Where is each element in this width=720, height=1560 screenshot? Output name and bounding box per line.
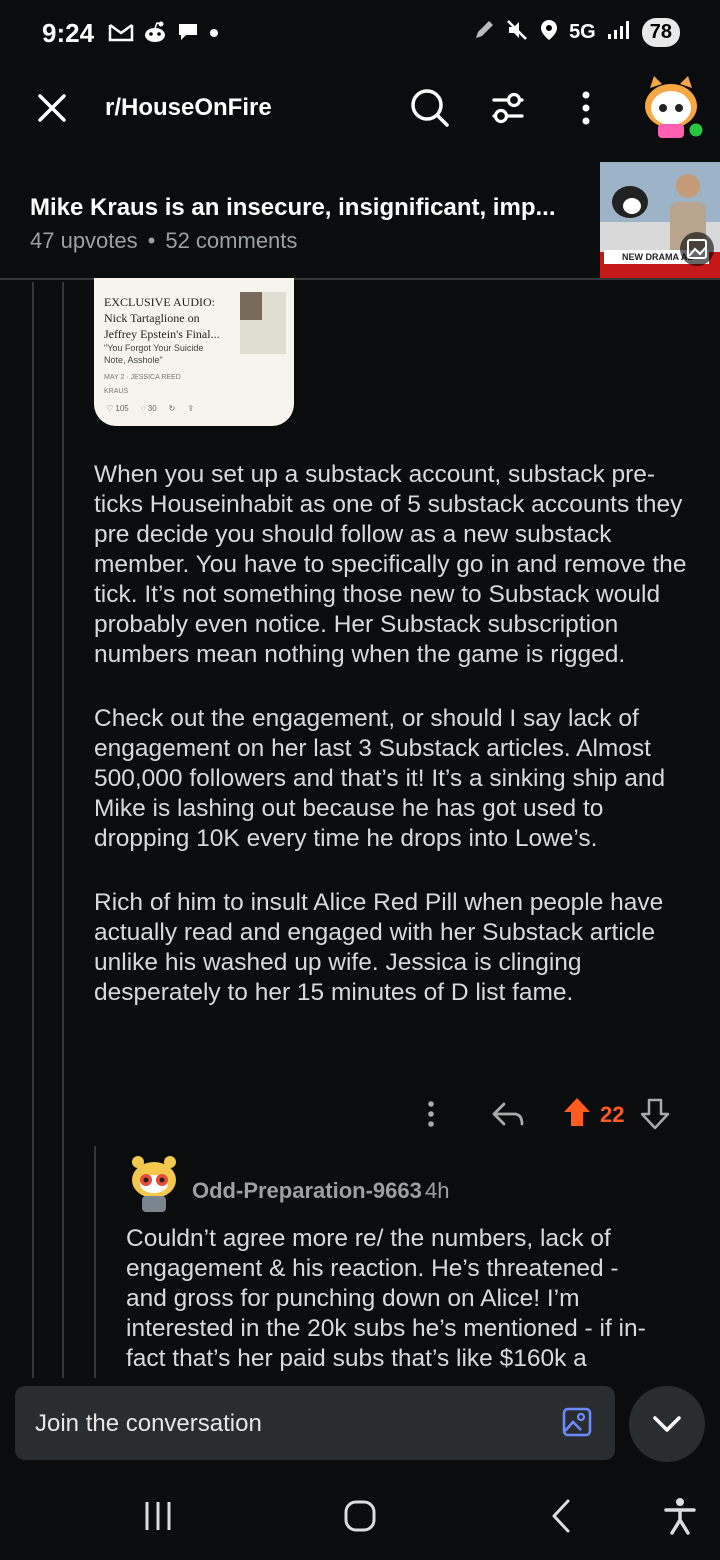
embed-likes: ♡ 105 — [106, 404, 129, 413]
back-icon — [552, 1499, 570, 1533]
embed-subtitle: "You Forgot Your Suicide Note, Asshole" — [104, 343, 204, 365]
reply-user-avatar[interactable] — [128, 1152, 180, 1216]
reddit-icon — [142, 20, 168, 50]
thread-line-parent — [62, 282, 64, 1378]
chevron-down-icon — [653, 1416, 681, 1432]
downvote-button[interactable] — [638, 1092, 672, 1141]
meta-separator: • — [147, 228, 156, 253]
upvote-count: 47 upvotes — [30, 228, 138, 253]
attach-image-button[interactable] — [561, 1406, 593, 1438]
comment-count: 52 comments — [165, 228, 298, 253]
collapse-thread-button[interactable] — [629, 1386, 705, 1462]
reply-icon — [492, 1102, 524, 1126]
composer-placeholder: Join the conversation — [35, 1410, 262, 1437]
gallery-badge — [680, 232, 714, 266]
battery-indicator: 78 — [641, 18, 680, 47]
embedded-image-card[interactable]: EXCLUSIVE AUDIO: Nick Tartaglione on Jef… — [94, 278, 294, 426]
gmail-icon — [108, 21, 134, 49]
comment-paragraph: When you set up a substack account, subs… — [94, 461, 687, 668]
reply-body: Couldn’t agree more re/ the numbers, lac… — [126, 1225, 646, 1372]
system-icons: 5G 78 — [473, 18, 680, 47]
post-title[interactable]: Mike Kraus is an insecure, insignificant… — [30, 194, 590, 222]
accessibility-button[interactable] — [660, 1496, 700, 1536]
sort-filter-icon — [492, 92, 524, 124]
comment-body: When you set up a substack account, subs… — [94, 460, 704, 1042]
home-icon — [344, 1500, 376, 1532]
location-icon — [539, 18, 559, 47]
embed-title: EXCLUSIVE AUDIO: Nick Tartaglione on Jef… — [104, 295, 220, 341]
recent-apps-icon — [145, 1502, 171, 1530]
embed-portrait — [240, 292, 262, 320]
close-button[interactable] — [32, 88, 72, 128]
system-nav-bar — [0, 1470, 720, 1560]
clock: 9:24 — [42, 18, 95, 48]
post-thumbnail[interactable]: NEW DRAMA AL — [600, 162, 720, 278]
thread-line-outer — [32, 282, 34, 1378]
mute-icon — [505, 18, 529, 47]
recent-apps-button[interactable] — [138, 1496, 178, 1536]
comment-paragraph: Rich of him to insult Alice Red Pill whe… — [94, 889, 664, 1006]
vote-count: 22 — [600, 1102, 625, 1127]
search-button[interactable] — [408, 86, 452, 130]
embed-stats: ♡ 105 ◌ 30 ↻ ⇪ — [106, 404, 194, 413]
dot-icon — [208, 21, 220, 49]
subreddit-name[interactable]: r/HouseOnFire — [105, 94, 272, 122]
comment-paragraph: Check out the engagement, or should I sa… — [94, 705, 666, 852]
avatar-icon — [132, 1156, 176, 1212]
gallery-icon — [687, 239, 707, 259]
pen-icon — [473, 19, 495, 46]
comment-more-button[interactable] — [416, 1092, 446, 1141]
network-label: 5G — [569, 21, 596, 43]
comment-actions: 22 — [410, 1092, 690, 1136]
more-vertical-icon — [582, 91, 590, 125]
restack-icon: ↻ — [168, 404, 176, 413]
chat-icon — [176, 21, 200, 49]
status-bar: 9:24 5G 78 — [0, 0, 720, 70]
upvote-arrow-icon — [564, 1098, 590, 1126]
filter-button[interactable] — [486, 86, 530, 130]
back-button[interactable] — [542, 1496, 582, 1536]
reply-username[interactable]: Odd-Preparation-9663 — [192, 1178, 422, 1204]
comment-composer-input[interactable]: Join the conversation — [15, 1386, 615, 1460]
post-header[interactable]: Mike Kraus is an insecure, insignificant… — [0, 152, 720, 280]
post-meta: 47 upvotes • 52 comments — [30, 228, 297, 254]
upvote-button[interactable] — [560, 1092, 594, 1141]
signal-icon — [606, 19, 632, 46]
reply-button[interactable] — [488, 1092, 528, 1141]
downvote-arrow-icon — [640, 1098, 670, 1130]
accessibility-icon — [664, 1498, 696, 1535]
user-avatar[interactable] — [636, 70, 706, 142]
embed-meta: MAY 2 · JESSICA REED — [104, 374, 181, 381]
overflow-menu-button[interactable] — [564, 86, 608, 130]
close-icon — [38, 94, 66, 122]
image-icon — [562, 1407, 592, 1437]
reply-timestamp: 4h — [425, 1178, 450, 1203]
share-icon: ⇪ — [187, 404, 195, 413]
more-vertical-icon — [428, 1101, 434, 1127]
avatar-icon — [645, 76, 706, 140]
notification-icons — [108, 20, 220, 50]
embed-author: KRAUS — [104, 388, 129, 395]
thread-line-reply — [94, 1146, 96, 1378]
app-header: r/HouseOnFire — [0, 70, 720, 152]
home-button[interactable] — [340, 1496, 380, 1536]
search-icon — [411, 89, 449, 127]
embed-comments: ◌ 30 — [140, 404, 157, 413]
